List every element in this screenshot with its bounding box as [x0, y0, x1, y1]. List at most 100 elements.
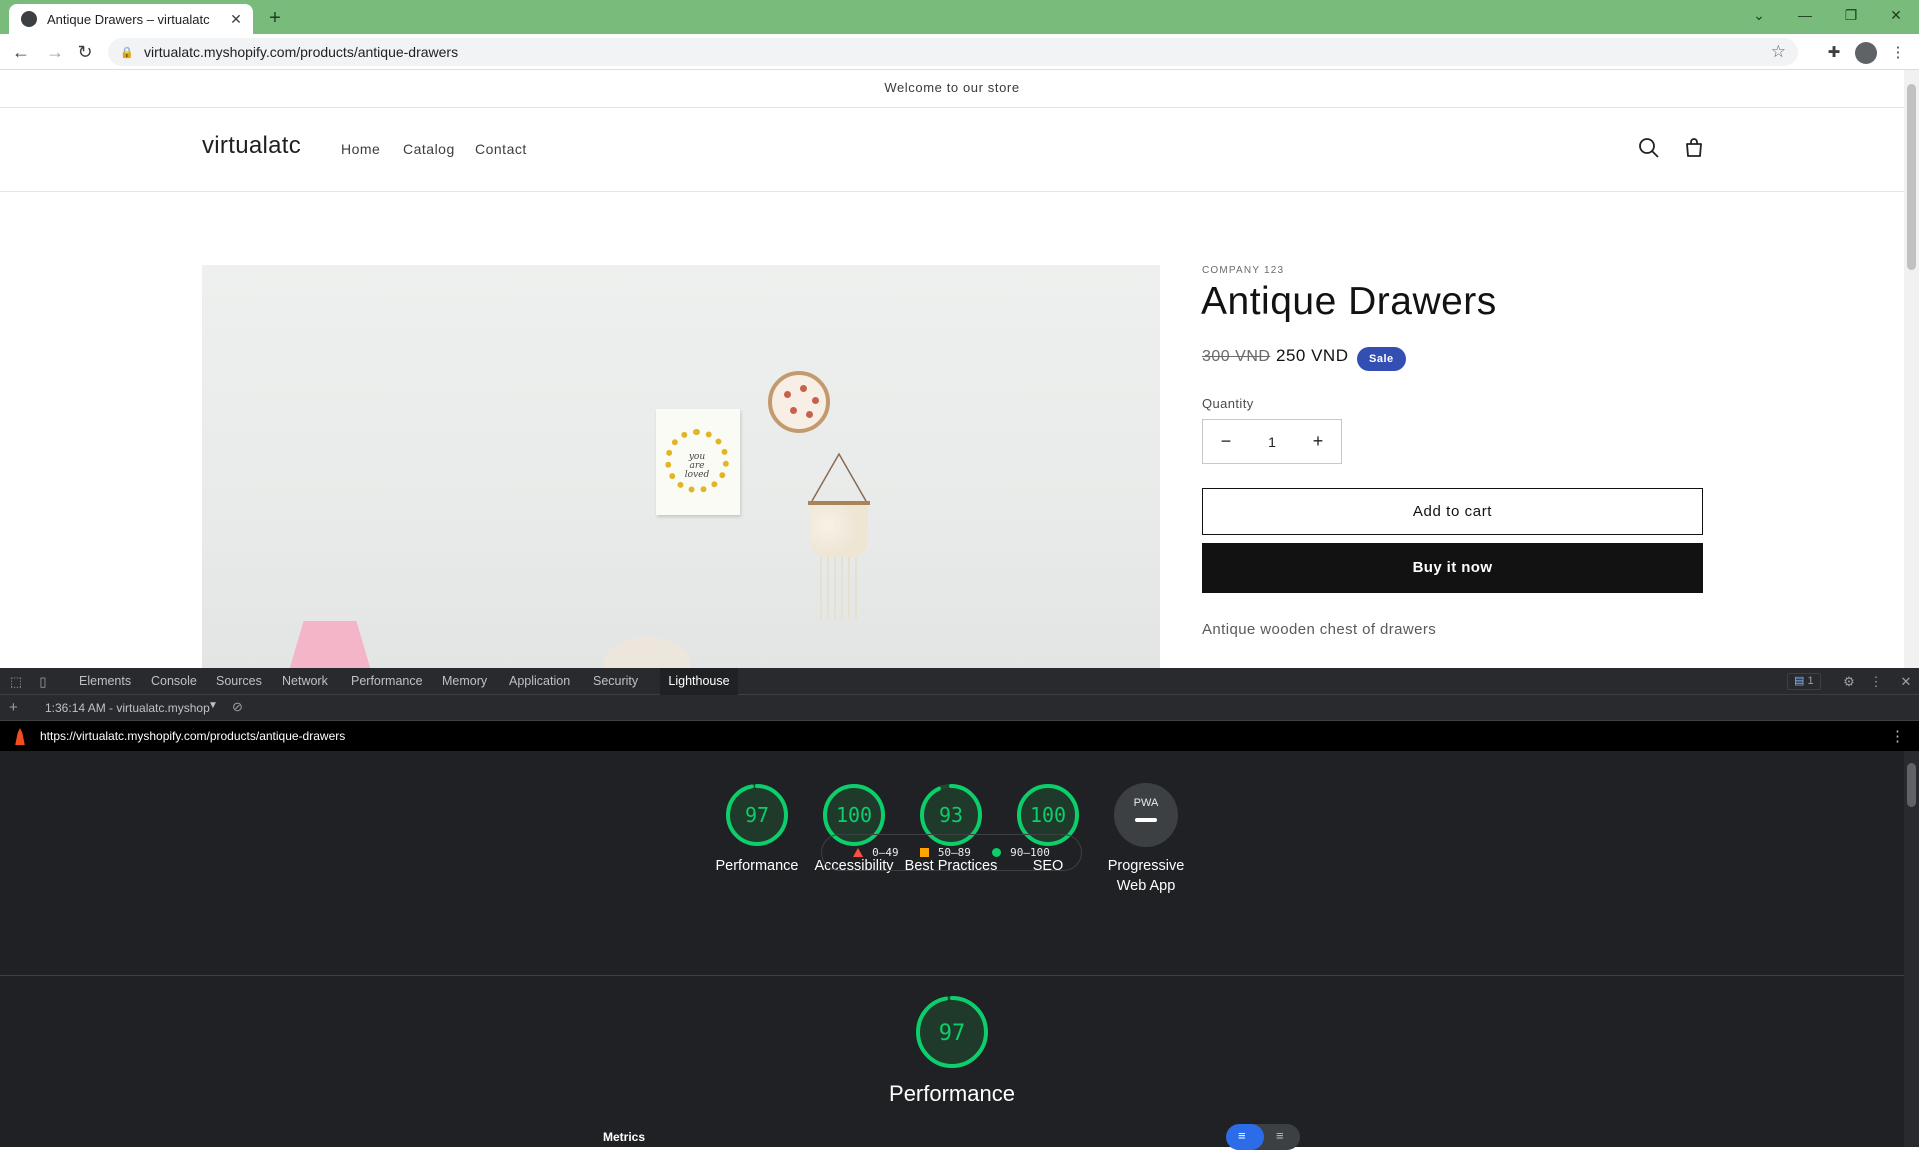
tab-performance[interactable]: Performance: [343, 668, 431, 695]
address-url[interactable]: virtualatc.myshopify.com/products/antiqu…: [144, 44, 1771, 60]
tab-title: Antique Drawers – virtualatc: [47, 11, 210, 27]
tab-memory[interactable]: Memory: [434, 668, 495, 695]
quantity-label: Quantity: [1202, 396, 1254, 411]
page-scrollbar[interactable]: [1904, 70, 1919, 668]
forward-arrow-icon[interactable]: →: [42, 40, 68, 64]
metrics-view-toggle[interactable]: ≡ ≡: [1226, 1124, 1300, 1150]
expanded-view-icon[interactable]: ≡: [1276, 1128, 1284, 1143]
wall-hanging-cord: [811, 452, 867, 502]
extensions-puzzle-icon[interactable]: ✚: [1823, 42, 1845, 64]
store-logo[interactable]: virtualatc: [202, 132, 301, 160]
tab-search-chevron-icon[interactable]: ⌄: [1736, 0, 1782, 32]
gauge-ring: 97: [726, 784, 788, 846]
site-favicon-icon: [21, 11, 37, 27]
gauge-performance[interactable]: 97 Performance: [709, 782, 805, 876]
report-dropdown-arrow-icon[interactable]: ▼: [208, 700, 218, 711]
legend-fail-label: 0–49: [872, 846, 899, 859]
issues-count: 1: [1807, 675, 1814, 687]
product-title: Antique Drawers: [1201, 280, 1497, 323]
devtools-panel: ⬚ ▯ Elements Console Sources Network Per…: [0, 668, 1919, 1147]
browser-tab[interactable]: Antique Drawers – virtualatc ✕: [9, 4, 253, 34]
nav-contact[interactable]: Contact: [475, 141, 527, 157]
clear-reports-icon[interactable]: ⊘: [232, 699, 243, 715]
devtools-scrollbar-thumb[interactable]: [1907, 763, 1916, 807]
lock-icon: 🔒: [120, 46, 134, 59]
inspect-element-icon[interactable]: ⬚: [7, 673, 25, 691]
report-menu-icon[interactable]: ⋮: [1890, 727, 1905, 745]
gauge-pwa[interactable]: PWA Progressive Web App: [1097, 782, 1195, 896]
quantity-increase-button[interactable]: +: [1295, 431, 1341, 452]
legend-average: 50–89: [919, 846, 971, 859]
profile-avatar-icon[interactable]: [1855, 42, 1877, 64]
wall-hanging-fringe: [820, 557, 860, 619]
close-window-button[interactable]: ✕: [1873, 0, 1919, 32]
lighthouse-logo-icon: [15, 728, 25, 745]
score-value: 97: [745, 803, 769, 827]
performance-heading: Performance: [889, 1081, 1015, 1106]
add-to-cart-button[interactable]: Add to cart: [1202, 488, 1703, 535]
search-icon[interactable]: [1637, 136, 1661, 160]
issues-counter[interactable]: ▤ 1: [1787, 673, 1821, 690]
pwa-text: PWA: [1134, 797, 1159, 809]
embroidery-hoop-image: [768, 371, 830, 433]
new-tab-button[interactable]: +: [262, 5, 288, 31]
tab-application[interactable]: Application: [501, 668, 578, 695]
gauge-label: Progressive Web App: [1107, 858, 1185, 894]
lighthouse-toolbar: + 1:36:14 AM - virtualatc.myshop ▼ ⊘: [0, 695, 1919, 721]
pink-lampshade-image: [286, 621, 374, 668]
new-report-plus-icon[interactable]: +: [9, 699, 18, 716]
woven-wall-hanging-image: [810, 505, 868, 557]
metrics-heading: Metrics: [603, 1130, 646, 1144]
compact-view-icon[interactable]: ≡: [1238, 1128, 1246, 1143]
web-page: Welcome to our store virtualatc Home Cat…: [0, 70, 1919, 668]
report-url[interactable]: https://virtualatc.myshopify.com/product…: [40, 729, 345, 743]
quantity-input[interactable]: 1: [1249, 434, 1295, 450]
back-arrow-icon[interactable]: ←: [8, 40, 34, 64]
announcement-bar: Welcome to our store: [0, 70, 1904, 108]
pwa-badge-icon: PWA: [1114, 783, 1178, 847]
restore-button[interactable]: ❐: [1828, 0, 1874, 32]
average-square-icon: [919, 848, 929, 857]
devtools-scrollbar[interactable]: [1904, 751, 1919, 1147]
nav-catalog[interactable]: Catalog: [403, 141, 455, 157]
store-header: virtualatc Home Catalog Contact: [0, 108, 1904, 192]
buy-it-now-button[interactable]: Buy it now: [1202, 543, 1703, 593]
tab-security[interactable]: Security: [585, 668, 646, 695]
report-select[interactable]: 1:36:14 AM - virtualatc.myshop: [45, 701, 210, 715]
tab-network[interactable]: Network: [274, 668, 336, 695]
score-value: 100: [1030, 803, 1066, 827]
product-description: Antique wooden chest of drawers: [1202, 621, 1437, 638]
tab-close-icon[interactable]: ✕: [227, 11, 245, 28]
quantity-stepper[interactable]: − 1 +: [1202, 419, 1342, 464]
bookmark-star-icon[interactable]: ☆: [1771, 42, 1786, 62]
minimize-button[interactable]: —: [1782, 0, 1828, 32]
product-vendor: COMPANY 123: [1202, 265, 1285, 276]
reload-icon[interactable]: ↻: [72, 40, 98, 64]
legend-fail: 0–49: [853, 846, 899, 859]
big-gauge-ring: 97: [916, 996, 988, 1068]
page-scrollbar-thumb[interactable]: [1907, 84, 1916, 270]
tab-lighthouse[interactable]: Lighthouse: [660, 668, 738, 695]
sale-price: 250 VND: [1276, 346, 1349, 365]
legend-pass-label: 90–100: [1010, 846, 1050, 859]
gauge-label: Performance: [715, 858, 799, 874]
devtools-more-options-icon[interactable]: ⋮: [1867, 673, 1885, 691]
pass-circle-icon: [992, 848, 1002, 857]
cart-icon[interactable]: [1682, 136, 1706, 160]
product-image[interactable]: you are loved: [202, 265, 1160, 668]
score-value: 100: [836, 803, 872, 827]
devtools-close-icon[interactable]: ✕: [1897, 673, 1915, 691]
device-toolbar-icon[interactable]: ▯: [34, 673, 52, 691]
browser-menu-icon[interactable]: ⋮: [1887, 42, 1909, 64]
tab-elements[interactable]: Elements: [71, 668, 139, 695]
score-value: 93: [939, 803, 963, 827]
tab-sources[interactable]: Sources: [208, 668, 270, 695]
quantity-decrease-button[interactable]: −: [1203, 431, 1249, 452]
devtools-settings-gear-icon[interactable]: ⚙: [1840, 673, 1858, 691]
tab-console[interactable]: Console: [143, 668, 205, 695]
browser-tab-strip: Antique Drawers – virtualatc ✕ + ⌄ — ❐ ✕: [0, 0, 1919, 34]
address-bar[interactable]: 🔒 virtualatc.myshopify.com/products/anti…: [108, 38, 1798, 66]
nav-home[interactable]: Home: [341, 141, 380, 157]
poster-script: you are loved: [684, 452, 710, 480]
framed-print-image: you are loved: [656, 409, 740, 515]
